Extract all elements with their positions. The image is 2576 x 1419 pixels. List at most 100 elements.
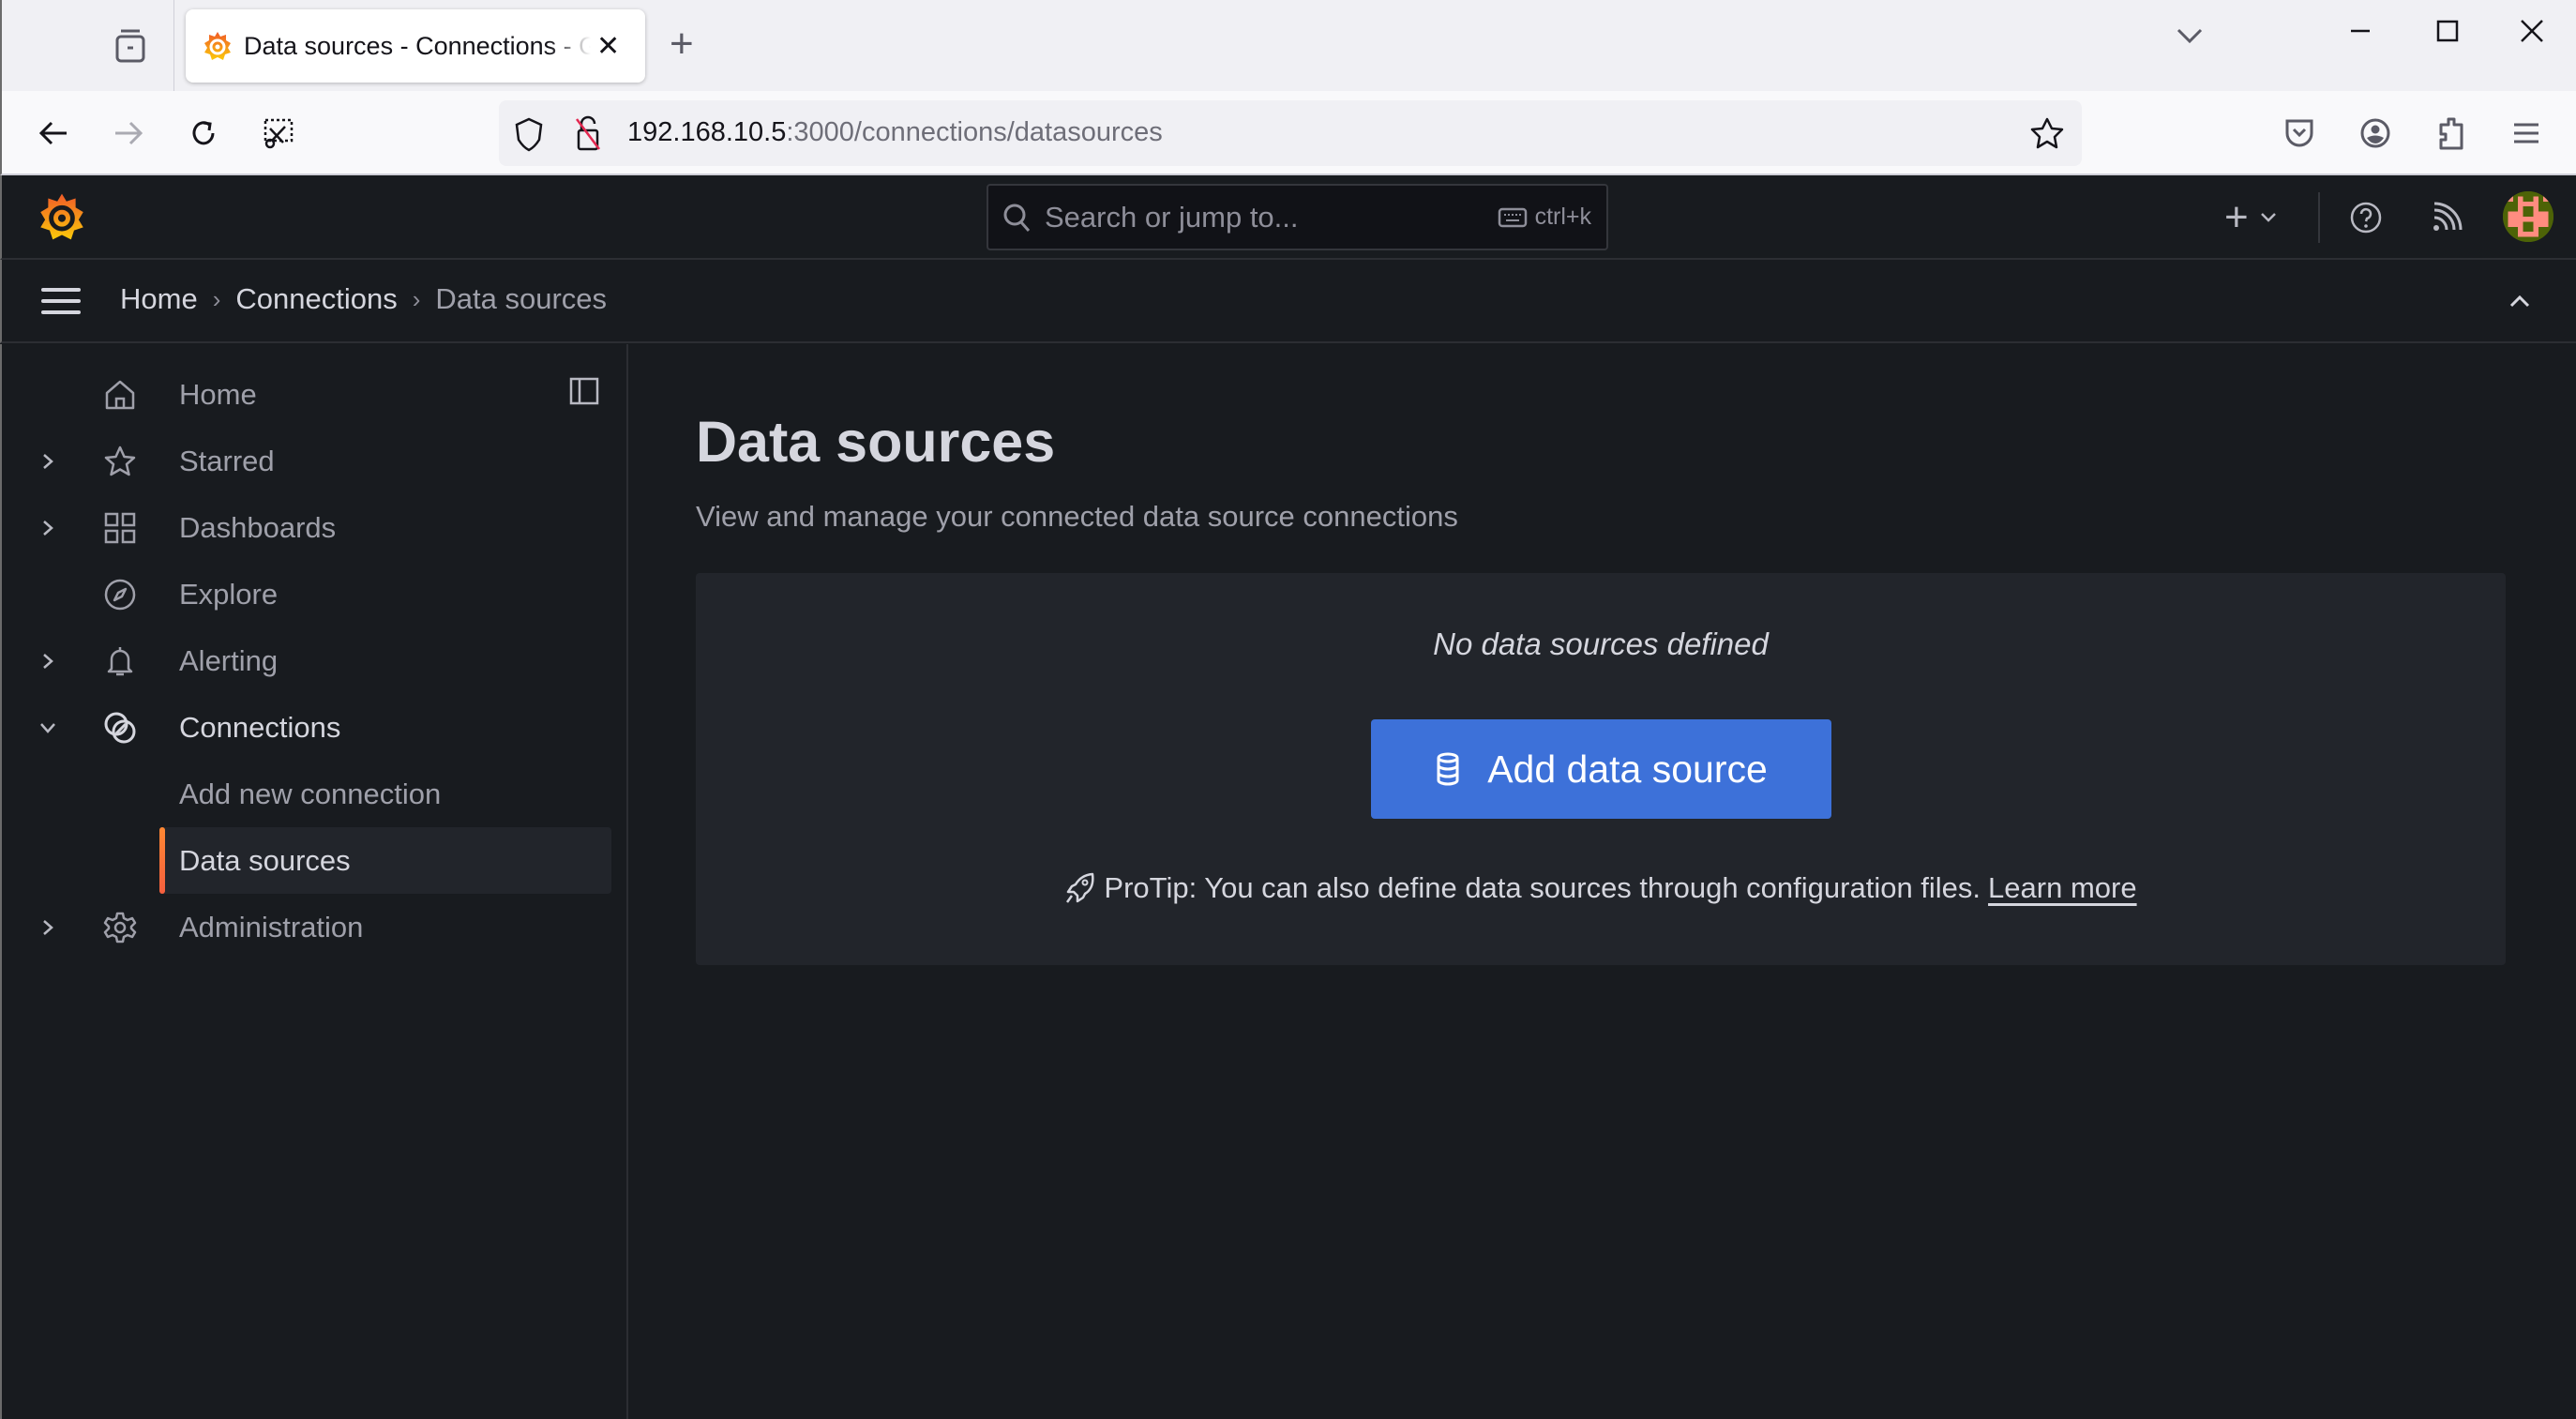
minimize-button[interactable] bbox=[2332, 17, 2388, 53]
sidebar-item-label: Data sources bbox=[179, 843, 351, 877]
sidebar-item-starred[interactable]: Starred bbox=[2, 428, 611, 494]
sidebar-item-label: Administration bbox=[179, 910, 364, 943]
sidebar-item-connections[interactable]: Connections bbox=[2, 694, 611, 761]
chevron-down-icon[interactable] bbox=[34, 721, 62, 734]
breadcrumb: Home › Connections › Data sources bbox=[120, 282, 607, 316]
back-button[interactable] bbox=[30, 110, 77, 157]
shield-icon bbox=[515, 117, 543, 152]
sidebar-item-label: Starred bbox=[179, 444, 275, 477]
search-icon bbox=[1003, 204, 1031, 232]
account-button[interactable] bbox=[2352, 110, 2399, 157]
forward-button[interactable] bbox=[105, 110, 152, 157]
compass-icon bbox=[100, 575, 140, 614]
keyboard-icon bbox=[1498, 207, 1527, 227]
address-bar[interactable]: 192.168.10.5:3000/connections/datasource… bbox=[499, 100, 2082, 166]
grafana-top-bar: Search or jump to... ctrl+k + bbox=[0, 175, 2576, 260]
avatar-identicon bbox=[2503, 191, 2553, 242]
sidebar-item-label: Connections bbox=[179, 710, 341, 744]
bookmark-star-icon[interactable] bbox=[2029, 116, 2065, 150]
apps-icon bbox=[100, 508, 140, 548]
empty-state-text: No data sources defined bbox=[1433, 626, 1769, 661]
sidebar-nav: Home Starred Dashboards Explore Alerting… bbox=[0, 344, 628, 1419]
sidebar-item-administration[interactable]: Administration bbox=[2, 894, 611, 960]
app-menu-button[interactable] bbox=[2503, 110, 2550, 157]
arrow-left-icon bbox=[38, 121, 67, 145]
browser-toolbar: 192.168.10.5:3000/connections/datasource… bbox=[0, 91, 2576, 175]
maximize-button[interactable] bbox=[2419, 17, 2476, 53]
sidebar-item-label: Explore bbox=[179, 577, 279, 611]
sidebar-item-home[interactable]: Home bbox=[2, 361, 611, 428]
menu-toggle-button[interactable] bbox=[39, 284, 83, 323]
new-tab-button[interactable]: + bbox=[670, 21, 694, 68]
list-all-tabs-button[interactable] bbox=[2162, 17, 2218, 53]
breadcrumb-home[interactable]: Home bbox=[120, 282, 198, 316]
news-button[interactable] bbox=[2431, 194, 2463, 241]
tab-title: Data sources - Connections - Grafana bbox=[244, 31, 591, 60]
extensions-button[interactable] bbox=[2428, 110, 2475, 157]
close-tab-icon[interactable]: ✕ bbox=[596, 30, 620, 63]
tab-list-icon bbox=[115, 29, 145, 63]
chevron-right-icon[interactable] bbox=[34, 452, 62, 471]
connections-icon bbox=[100, 708, 140, 747]
sidebar-item-label: Add new connection bbox=[179, 777, 442, 810]
tab-divider bbox=[173, 0, 174, 91]
rocket-icon bbox=[1066, 872, 1094, 903]
grafana-home-logo[interactable] bbox=[38, 190, 86, 248]
pocket-icon bbox=[2285, 119, 2313, 147]
help-icon bbox=[2350, 202, 2382, 234]
browser-tab-strip: Data sources - Connections - Grafana ✕ + bbox=[0, 0, 2576, 91]
sidebar-item-alerting[interactable]: Alerting bbox=[2, 627, 611, 694]
breadcrumb-data-sources: Data sources bbox=[435, 282, 608, 315]
sidebar-item-dashboards[interactable]: Dashboards bbox=[2, 494, 611, 561]
tab-list-button[interactable] bbox=[107, 23, 154, 69]
account-icon bbox=[2360, 118, 2390, 148]
insecure-lock-icon bbox=[576, 115, 600, 151]
bell-icon bbox=[100, 642, 140, 681]
puzzle-icon bbox=[2439, 117, 2463, 150]
breadcrumb-separator-icon: › bbox=[212, 284, 221, 313]
rss-icon bbox=[2433, 202, 2463, 231]
sidebar-item-label: Dashboards bbox=[179, 510, 337, 544]
empty-state-panel: No data sources defined Add data source … bbox=[696, 573, 2506, 965]
close-window-button[interactable] bbox=[2504, 17, 2560, 53]
sidebar-item-label: Alerting bbox=[179, 643, 279, 677]
pocket-button[interactable] bbox=[2276, 110, 2323, 157]
star-icon bbox=[100, 442, 140, 481]
breadcrumb-bar: Home › Connections › Data sources bbox=[0, 260, 2576, 343]
search-input[interactable]: Search or jump to... ctrl+k bbox=[987, 184, 1608, 250]
help-button[interactable] bbox=[2349, 194, 2383, 241]
screenshot-button[interactable] bbox=[255, 110, 302, 157]
sidebar-item-explore[interactable]: Explore bbox=[2, 561, 611, 627]
topbar-divider bbox=[2318, 192, 2320, 243]
reload-icon bbox=[192, 121, 215, 145]
learn-more-link[interactable]: Learn more bbox=[1988, 871, 2137, 905]
plus-icon: + bbox=[2224, 194, 2249, 240]
sidebar-item-data-sources[interactable]: Data sources bbox=[159, 827, 611, 894]
chevron-right-icon[interactable] bbox=[34, 652, 62, 671]
add-data-source-button[interactable]: Add data source bbox=[1371, 719, 1831, 819]
user-avatar[interactable] bbox=[2503, 191, 2553, 242]
hamburger-menu-icon bbox=[2514, 123, 2538, 143]
close-icon bbox=[2521, 20, 2543, 42]
grafana-logo-icon bbox=[40, 193, 83, 240]
url-path: :3000/connections/datasources bbox=[786, 117, 1163, 147]
page-title: Data sources bbox=[696, 410, 1056, 474]
reload-button[interactable] bbox=[180, 110, 227, 157]
sidebar-item-label: Home bbox=[179, 377, 257, 411]
search-shortcut: ctrl+k bbox=[1498, 204, 1591, 231]
chevron-down-icon bbox=[2177, 28, 2203, 44]
hamburger-menu-icon bbox=[41, 288, 81, 314]
grafana-favicon-icon bbox=[204, 32, 231, 60]
database-icon bbox=[1437, 752, 1459, 786]
arrow-right-icon bbox=[115, 121, 143, 145]
chevron-up-icon bbox=[2509, 294, 2530, 308]
new-menu-button[interactable]: + bbox=[2224, 194, 2277, 241]
chevron-right-icon[interactable] bbox=[34, 918, 62, 937]
browser-tab-active[interactable]: Data sources - Connections - Grafana ✕ bbox=[186, 9, 645, 83]
breadcrumb-separator-icon: › bbox=[412, 284, 421, 313]
chevron-right-icon[interactable] bbox=[34, 519, 62, 537]
sidebar-item-add-new-connection[interactable]: Add new connection bbox=[2, 761, 611, 827]
breadcrumb-connections[interactable]: Connections bbox=[235, 282, 397, 316]
screenshot-scissors-icon bbox=[264, 118, 294, 149]
collapse-header-button[interactable] bbox=[2508, 294, 2531, 313]
